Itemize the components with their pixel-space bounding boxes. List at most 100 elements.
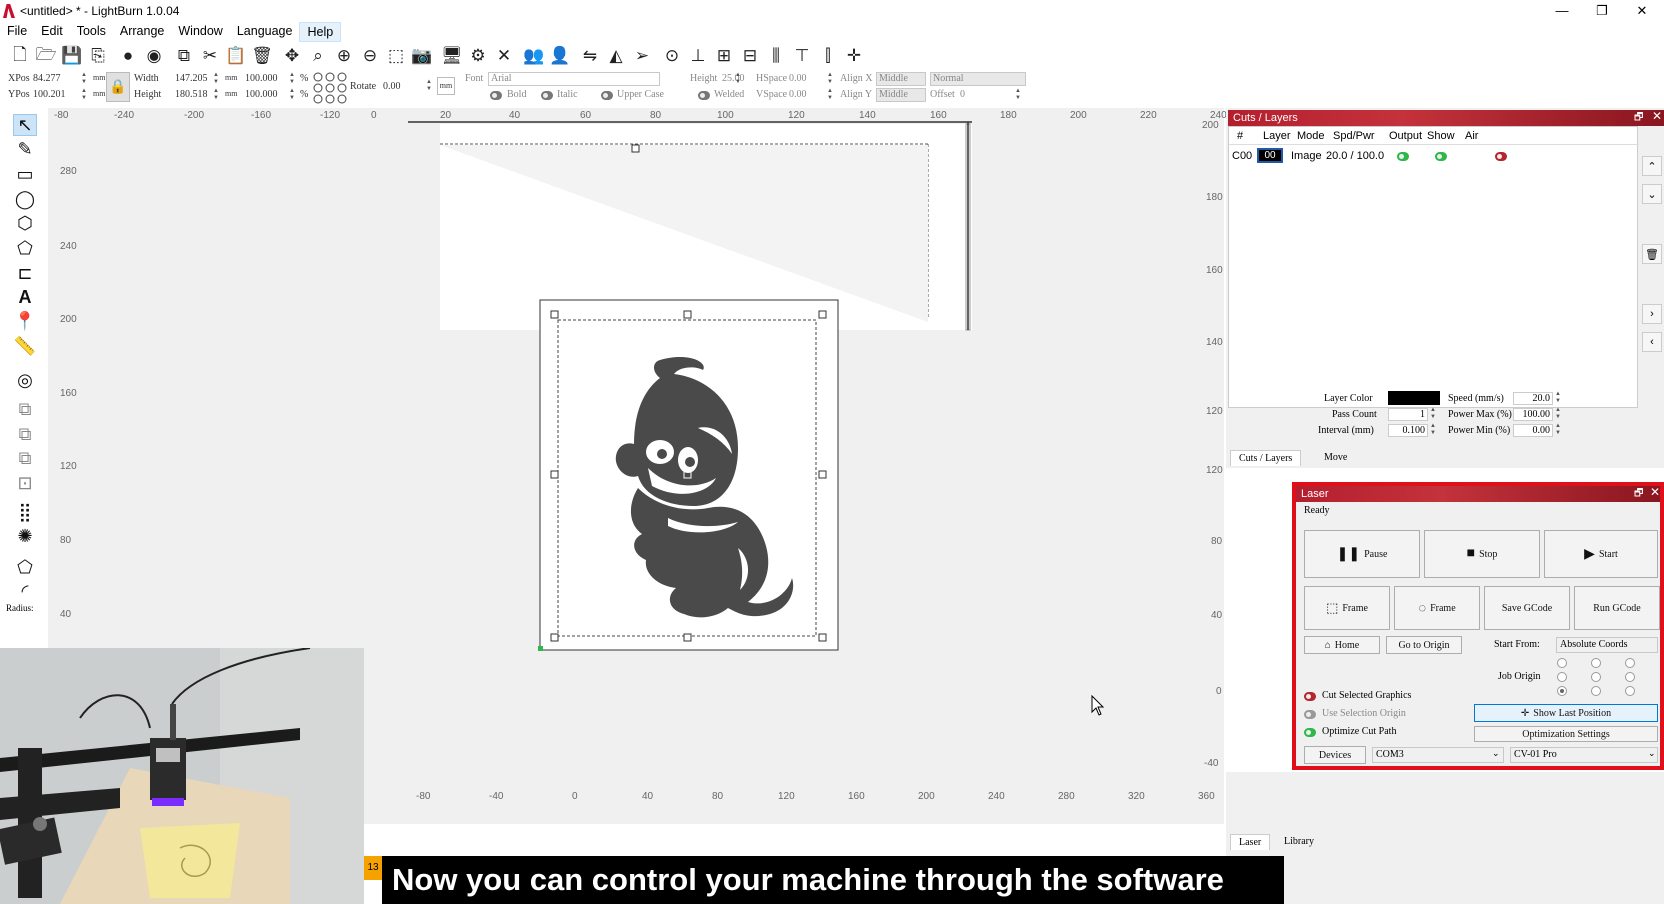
go-to-origin-button[interactable]: Go to Origin	[1386, 636, 1462, 654]
edit-nodes-icon[interactable]: ⬠	[13, 237, 37, 259]
welded-toggle[interactable]	[698, 91, 710, 100]
bold-toggle[interactable]	[490, 91, 502, 100]
interval-field[interactable]: 0.100	[1388, 424, 1428, 437]
settings-icon[interactable]: ⚙	[466, 44, 490, 68]
use-selection-origin-toggle[interactable]	[1304, 710, 1316, 719]
tab-library[interactable]: Library	[1276, 834, 1322, 849]
stop-button[interactable]: ■ Stop	[1424, 530, 1540, 578]
pause-button[interactable]: ❚❚ Pause	[1304, 530, 1420, 578]
hspace-spinner[interactable]: ▲ ▼	[826, 72, 834, 86]
ellipse-tool-icon[interactable]: ◯	[13, 188, 37, 210]
user-icon[interactable]: 👤	[548, 44, 572, 68]
grid-array-icon[interactable]: ⣿	[13, 501, 37, 523]
show-toggle[interactable]	[1435, 152, 1447, 161]
menu-arrange[interactable]: Arrange	[113, 22, 171, 42]
show-last-position-button[interactable]: ✛ Show Last Position	[1474, 704, 1658, 722]
send-icon[interactable]: ➢	[630, 44, 654, 68]
cut-icon[interactable]: ✂	[198, 44, 222, 68]
pen-tool-icon[interactable]: ✎	[13, 138, 37, 160]
collapse-panel-icon[interactable]: ‹	[1642, 332, 1662, 352]
zoom-in-icon[interactable]: ⊕	[332, 44, 356, 68]
layer-color-swatch[interactable]: 00	[1257, 148, 1283, 163]
width-percent-field[interactable]: 100.000	[245, 73, 278, 84]
speed-field[interactable]: 20.0	[1513, 392, 1553, 405]
devices-button[interactable]: Devices	[1304, 746, 1366, 764]
job-origin-selector[interactable]	[1556, 658, 1656, 696]
ypos-spinner[interactable]: ▲ ▼	[80, 88, 88, 102]
offset-spinner[interactable]: ▲ ▼	[1014, 88, 1022, 102]
boolean-intersect-icon[interactable]: ⧉	[13, 447, 37, 469]
target-icon[interactable]: ⊙	[660, 44, 684, 68]
menu-edit[interactable]: Edit	[34, 22, 70, 42]
run-gcode-button[interactable]: Run GCode	[1574, 586, 1660, 630]
aligny-select[interactable]: Middle	[876, 88, 926, 102]
monitor-icon[interactable]: 🖥	[440, 44, 464, 68]
crosshair-icon[interactable]: ✛	[842, 44, 866, 68]
distribute-v-icon[interactable]: ⫼	[764, 44, 788, 68]
xpos-spinner[interactable]: ▲ ▼	[80, 72, 88, 86]
optimize-cut-path-toggle[interactable]	[1304, 728, 1316, 737]
speed-spinner[interactable]: ▲ ▼	[1554, 391, 1562, 405]
new-file-icon[interactable]: 🗋	[8, 44, 32, 68]
float-panel-icon[interactable]: 🗗	[1634, 110, 1643, 127]
menu-tools[interactable]: Tools	[70, 22, 113, 42]
measure-tool-icon[interactable]: 📏	[13, 335, 37, 357]
anchor-grid-icon[interactable]	[313, 72, 347, 104]
hspace-field[interactable]: 0.00	[789, 73, 807, 84]
height-percent-spinner[interactable]: ▲ ▼	[288, 88, 296, 102]
interval-spinner[interactable]: ▲ ▼	[1429, 423, 1437, 437]
select-tool-icon[interactable]: ↖	[13, 114, 37, 136]
import-icon[interactable]: ⎘	[86, 44, 110, 68]
tab-tool-icon[interactable]: ⬠	[13, 556, 37, 578]
height-field[interactable]: 180.518	[175, 89, 208, 100]
group-icon[interactable]: 👥	[522, 44, 546, 68]
close-button[interactable]: ✕	[1622, 2, 1662, 20]
alignx-select[interactable]: Middle	[876, 72, 926, 86]
location-tool-icon[interactable]: 📍	[13, 310, 37, 332]
frame-rect-button[interactable]: ⬚ Frame	[1304, 586, 1390, 630]
menu-file[interactable]: File	[0, 22, 34, 42]
device-select[interactable]: CV-01 Pro	[1510, 747, 1658, 763]
width-spinner[interactable]: ▲ ▼	[212, 72, 220, 86]
align-center-icon[interactable]: ⊟	[738, 44, 762, 68]
power-max-spinner[interactable]: ▲ ▼	[1554, 407, 1562, 421]
circle-icon[interactable]: ●	[116, 44, 140, 68]
italic-toggle[interactable]	[541, 91, 553, 100]
air-toggle[interactable]	[1495, 152, 1507, 161]
close-panel-icon[interactable]: ✕	[1650, 485, 1660, 499]
tab-laser[interactable]: Laser	[1230, 834, 1271, 850]
text-tool-icon[interactable]: A	[13, 286, 37, 308]
circle-outline-icon[interactable]: ◉	[142, 44, 166, 68]
start-from-select[interactable]: Absolute Coords	[1556, 637, 1658, 653]
cut-selected-toggle[interactable]	[1304, 692, 1316, 701]
align-icon[interactable]: ⊥	[686, 44, 710, 68]
zoom-out-icon[interactable]: ⊖	[358, 44, 382, 68]
align-top-icon[interactable]: ⊤	[790, 44, 814, 68]
text-mode-select[interactable]: Normal	[930, 72, 1026, 86]
boolean-union-icon[interactable]: ⧉	[13, 398, 37, 420]
trash-icon[interactable]: 🗑	[250, 44, 274, 68]
rotate-unit[interactable]: mm	[437, 77, 455, 95]
upper-case-toggle[interactable]	[601, 91, 613, 100]
offset-tool-icon[interactable]: ◎	[13, 369, 37, 391]
weld-icon[interactable]: ⊡	[13, 472, 37, 494]
flip-icon[interactable]: ⇋	[578, 44, 602, 68]
output-toggle[interactable]	[1397, 152, 1409, 161]
expand-panel-icon[interactable]: ›	[1642, 304, 1662, 324]
polygon-tool-icon[interactable]: ⬡	[13, 212, 37, 234]
layer-color-box[interactable]	[1388, 391, 1440, 405]
offset-field[interactable]: 0	[960, 89, 965, 100]
lock-icon[interactable]: 🔒	[106, 72, 130, 102]
tab-move[interactable]: Move	[1316, 450, 1355, 465]
optimization-settings-button[interactable]: Optimization Settings	[1474, 726, 1658, 742]
vspace-spinner[interactable]: ▲ ▼	[826, 88, 834, 102]
table-row[interactable]: C00 00 Image 20.0 / 100.0	[1229, 147, 1639, 165]
move-icon[interactable]: ✥	[280, 44, 304, 68]
power-max-field[interactable]: 100.00	[1513, 408, 1553, 421]
font-height-spinner[interactable]: ▲ ▼	[734, 72, 742, 86]
port-select[interactable]: COM3	[1372, 747, 1504, 763]
pass-count-spinner[interactable]: ▲ ▼	[1429, 407, 1437, 421]
rectangle-tool-icon[interactable]: ▭	[13, 163, 37, 185]
save-icon[interactable]: 💾	[60, 44, 84, 68]
paste-icon[interactable]: 📋	[224, 44, 248, 68]
